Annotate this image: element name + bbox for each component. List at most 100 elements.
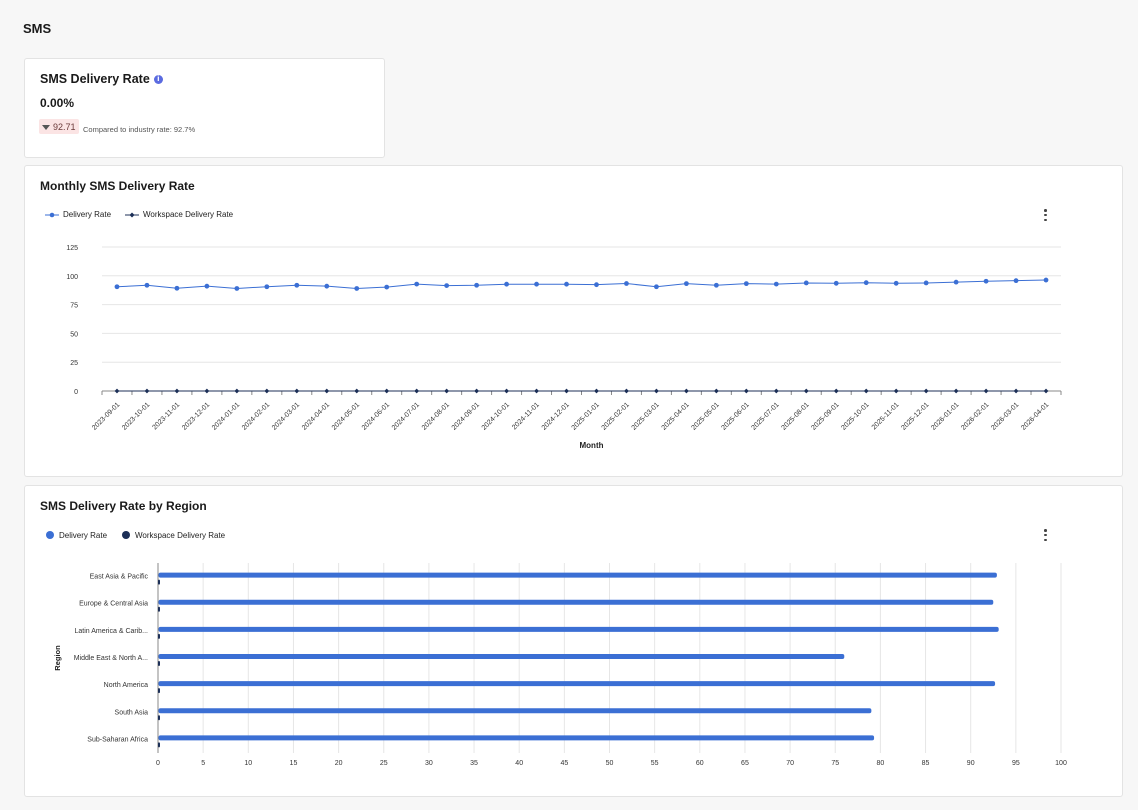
x-tick-label: 95 <box>1012 760 1020 767</box>
x-tick-label: 2026-01-01 <box>930 401 960 431</box>
delivery-rate-point <box>324 283 330 289</box>
workspace-rate-point <box>444 388 450 394</box>
kpi-card: SMS Delivery Rate i 0.00% 92.71 Compared… <box>24 58 385 158</box>
x-tick-label: 2025-03-01 <box>631 401 661 431</box>
delivery-rate-point <box>534 281 539 287</box>
workspace-rate-point <box>264 388 270 394</box>
workspace-rate-point <box>1043 388 1049 394</box>
delivery-rate-point <box>803 280 809 286</box>
x-tick-label: 2025-11-01 <box>871 401 901 431</box>
y-tick-label: 50 <box>70 331 78 338</box>
delivery-rate-bar <box>158 681 996 687</box>
x-tick-label: 2024-01-01 <box>211 401 241 431</box>
workspace-rate-bar <box>158 715 160 721</box>
x-tick-label: 65 <box>741 760 749 767</box>
x-tick-label: 2023-10-01 <box>121 401 151 431</box>
x-tick-label: 35 <box>470 760 478 767</box>
workspace-rate-point <box>863 388 869 394</box>
workspace-rate-point <box>384 388 390 394</box>
x-tick-label: 2026-04-01 <box>1020 401 1050 431</box>
x-tick-label: 45 <box>560 760 568 767</box>
workspace-rate-point <box>743 388 749 394</box>
y-tick-label: North America <box>104 682 148 689</box>
x-tick-label: 75 <box>831 760 839 767</box>
workspace-rate-point <box>983 388 989 394</box>
monthly-line-chart: 0 25 50 75 100 125 2023-09-01 2023-10-01 2023-11… <box>66 245 1062 450</box>
y-tick-label: Sub-Saharan Africa <box>87 736 148 743</box>
delivery-rate-point <box>234 286 240 291</box>
workspace-rate-bar <box>158 606 160 612</box>
delivery-rate-point <box>773 281 779 287</box>
x-tick-label: 90 <box>967 760 975 767</box>
x-axis-title: Month <box>580 441 604 450</box>
x-tick-label: 2024-02-01 <box>241 401 271 431</box>
delivery-rate-bar <box>158 735 875 741</box>
x-tick-label: 2025-10-01 <box>840 401 870 431</box>
delivery-rate-point <box>923 280 929 286</box>
workspace-rate-point <box>624 388 629 394</box>
caret-down-icon <box>42 124 50 130</box>
delivery-rate-point <box>174 285 180 291</box>
x-tick-label: 55 <box>651 760 659 767</box>
kpi-compare-text: Compared to industry rate: 92.7% <box>83 125 196 134</box>
delivery-rate-point <box>384 284 390 290</box>
x-tick-label: 2025-06-01 <box>720 401 750 431</box>
delivery-rate-point <box>983 278 989 284</box>
delivery-rate-point <box>893 280 899 286</box>
delivery-rate-bar <box>158 654 845 659</box>
x-tick-label: 2024-10-01 <box>481 401 511 431</box>
x-tick-label: 10 <box>244 760 252 767</box>
x-tick-label: 2026-03-01 <box>990 401 1020 431</box>
x-tick-label: 5 <box>201 760 205 767</box>
delivery-rate-bar <box>158 626 999 632</box>
delivery-rate-line <box>116 279 1047 289</box>
kpi-title: SMS Delivery Rate <box>40 72 150 86</box>
x-tick-label: 2025-07-01 <box>750 401 780 431</box>
y-tick-label: 100 <box>66 274 78 281</box>
x-tick-label: 2024-08-01 <box>421 401 451 431</box>
workspace-rate-point <box>324 388 330 394</box>
delivery-rate-point <box>833 280 839 286</box>
delivery-rate-point <box>953 279 959 285</box>
delivery-rate-point <box>474 282 480 288</box>
y-tick-label: Latin America & Carib... <box>74 628 148 635</box>
delivery-rate-point <box>414 281 420 287</box>
workspace-rate-bar <box>158 633 160 639</box>
x-tick-label: 0 <box>156 760 160 767</box>
workspace-rate-point <box>534 388 539 394</box>
x-tick-label: 2024-11-01 <box>511 401 541 431</box>
x-tick-label: 30 <box>425 760 433 767</box>
x-tick-label: 2024-04-01 <box>301 401 331 431</box>
x-tick-label: 2024-12-01 <box>541 401 571 431</box>
kpi-delta-badge: 92.71 <box>39 119 79 134</box>
workspace-rate-point <box>893 388 899 394</box>
workspace-rate-point <box>564 388 569 394</box>
x-tick-label: 40 <box>515 760 523 767</box>
workspace-rate-point <box>234 388 240 394</box>
x-tick-label: 85 <box>922 760 930 767</box>
y-tick-label: East Asia & Pacific <box>90 574 149 581</box>
workspace-rate-point <box>144 388 150 394</box>
x-tick-label: 2024-03-01 <box>271 401 301 431</box>
x-tick-label: 50 <box>606 760 614 767</box>
delivery-rate-point <box>354 286 360 291</box>
delivery-rate-point <box>264 284 270 290</box>
kpi-delta: 92.71 <box>53 122 76 132</box>
x-tick-label: 2023-12-01 <box>181 401 211 431</box>
y-tick-label: 0 <box>74 389 78 396</box>
y-tick-label: Middle East & North A... <box>74 655 148 662</box>
x-tick-label: 2023-11-01 <box>151 401 181 431</box>
x-tick-label: 2025-08-01 <box>780 401 810 431</box>
delivery-rate-bar <box>158 708 872 714</box>
y-tick-label: 25 <box>70 360 78 367</box>
info-icon[interactable]: i <box>153 74 163 84</box>
workspace-rate-point <box>654 388 659 394</box>
x-tick-label: 2026-02-01 <box>960 401 990 431</box>
y-tick-label: 75 <box>70 303 78 310</box>
x-tick-label: 2024-05-01 <box>331 401 361 431</box>
delivery-rate-point <box>654 284 659 290</box>
workspace-rate-point <box>114 388 120 394</box>
x-tick-label: 2025-09-01 <box>810 401 840 431</box>
x-tick-label: 80 <box>877 760 885 767</box>
x-tick-label: 20 <box>335 760 343 767</box>
